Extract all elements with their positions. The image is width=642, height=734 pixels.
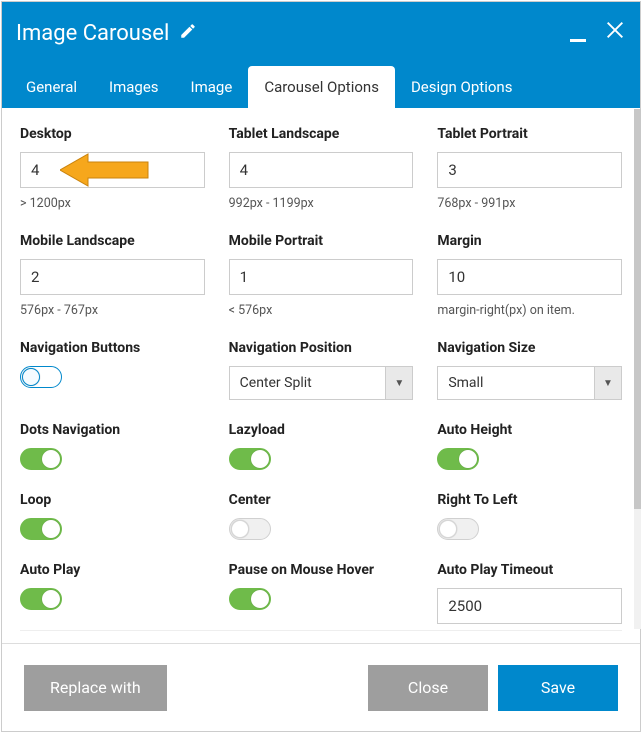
minimize-icon[interactable] — [570, 39, 586, 42]
modal-header: Image Carousel — [2, 2, 640, 64]
field-mobile-landscape: Mobile Landscape 576px - 767px — [20, 233, 205, 318]
field-autoplay: Auto Play — [20, 562, 205, 624]
tab-design-options[interactable]: Design Options — [395, 66, 529, 108]
close-button[interactable]: Close — [368, 665, 488, 711]
toggle-autoplay[interactable] — [20, 588, 62, 610]
modal-footer: Replace with Close Save — [2, 643, 640, 731]
toggle-loop[interactable] — [20, 518, 62, 540]
toggle-navigation-buttons[interactable] — [20, 366, 62, 388]
field-loop: Loop — [20, 492, 205, 540]
field-mobile-portrait: Mobile Portrait < 576px — [229, 233, 414, 318]
helper-mobile-landscape: 576px - 767px — [20, 303, 205, 318]
toggle-center[interactable] — [229, 518, 271, 540]
label-tablet-portrait: Tablet Portrait — [437, 126, 622, 142]
tab-images[interactable]: Images — [93, 66, 175, 108]
label-lazyload: Lazyload — [229, 422, 414, 438]
field-navigation-size: Navigation Size Small ▼ — [437, 340, 622, 400]
helper-tablet-landscape: 992px - 1199px — [229, 196, 414, 211]
label-navigation-size: Navigation Size — [437, 340, 622, 356]
field-navigation-buttons: Navigation Buttons — [20, 340, 205, 400]
label-tablet-landscape: Tablet Landscape — [229, 126, 414, 142]
toggle-auto-height[interactable] — [437, 448, 479, 470]
field-pause-hover: Pause on Mouse Hover — [229, 562, 414, 624]
label-auto-height: Auto Height — [437, 422, 622, 438]
tab-bar: General Images Image Carousel Options De… — [2, 64, 640, 108]
field-tablet-landscape: Tablet Landscape 992px - 1199px — [229, 126, 414, 211]
label-mobile-portrait: Mobile Portrait — [229, 233, 414, 249]
field-dots-navigation: Dots Navigation — [20, 422, 205, 470]
field-lazyload: Lazyload — [229, 422, 414, 470]
save-button[interactable]: Save — [498, 665, 618, 711]
toggle-lazyload[interactable] — [229, 448, 271, 470]
chevron-down-icon: ▼ — [594, 366, 622, 400]
modal-body[interactable]: Desktop > 1200px Tablet Landscape 992px … — [2, 108, 640, 643]
label-margin: Margin — [437, 233, 622, 249]
input-autoplay-timeout[interactable] — [437, 588, 622, 624]
label-pause-hover: Pause on Mouse Hover — [229, 562, 414, 578]
input-desktop[interactable] — [20, 152, 205, 188]
input-tablet-portrait[interactable] — [437, 152, 622, 188]
helper-desktop: > 1200px — [20, 196, 205, 211]
label-center: Center — [229, 492, 414, 508]
label-mobile-landscape: Mobile Landscape — [20, 233, 205, 249]
tab-general[interactable]: General — [10, 66, 93, 108]
toggle-rtl[interactable] — [437, 518, 479, 540]
toggle-dots-navigation[interactable] — [20, 448, 62, 470]
helper-margin: margin-right(px) on item. — [437, 303, 622, 318]
divider — [20, 630, 622, 631]
replace-with-button[interactable]: Replace with — [24, 665, 167, 711]
input-tablet-landscape[interactable] — [229, 152, 414, 188]
chevron-down-icon: ▼ — [385, 366, 413, 400]
field-auto-height: Auto Height — [437, 422, 622, 470]
label-autoplay: Auto Play — [20, 562, 205, 578]
field-tablet-portrait: Tablet Portrait 768px - 991px — [437, 126, 622, 211]
input-margin[interactable] — [437, 259, 622, 295]
label-navigation-buttons: Navigation Buttons — [20, 340, 205, 356]
select-navigation-size[interactable]: Small ▼ — [437, 366, 622, 400]
image-carousel-modal: Image Carousel General Images Image Caro… — [1, 1, 641, 732]
label-rtl: Right To Left — [437, 492, 622, 508]
pencil-icon[interactable] — [179, 21, 197, 46]
tab-image[interactable]: Image — [175, 66, 249, 108]
field-center: Center — [229, 492, 414, 540]
close-icon[interactable] — [604, 19, 626, 47]
field-margin: Margin margin-right(px) on item. — [437, 233, 622, 318]
label-loop: Loop — [20, 492, 205, 508]
scrollbar-thumb[interactable] — [634, 109, 641, 509]
tab-carousel-options[interactable]: Carousel Options — [248, 66, 395, 108]
label-dots-navigation: Dots Navigation — [20, 422, 205, 438]
modal-title: Image Carousel — [16, 21, 169, 46]
input-mobile-portrait[interactable] — [229, 259, 414, 295]
label-autoplay-timeout: Auto Play Timeout — [437, 562, 622, 578]
label-desktop: Desktop — [20, 126, 205, 142]
toggle-pause-hover[interactable] — [229, 588, 271, 610]
label-navigation-position: Navigation Position — [229, 340, 414, 356]
helper-mobile-portrait: < 576px — [229, 303, 414, 318]
field-navigation-position: Navigation Position Center Split ▼ — [229, 340, 414, 400]
field-autoplay-timeout: Auto Play Timeout — [437, 562, 622, 624]
select-navigation-position[interactable]: Center Split ▼ — [229, 366, 414, 400]
field-desktop: Desktop > 1200px — [20, 126, 205, 211]
helper-tablet-portrait: 768px - 991px — [437, 196, 622, 211]
field-rtl: Right To Left — [437, 492, 622, 540]
input-mobile-landscape[interactable] — [20, 259, 205, 295]
